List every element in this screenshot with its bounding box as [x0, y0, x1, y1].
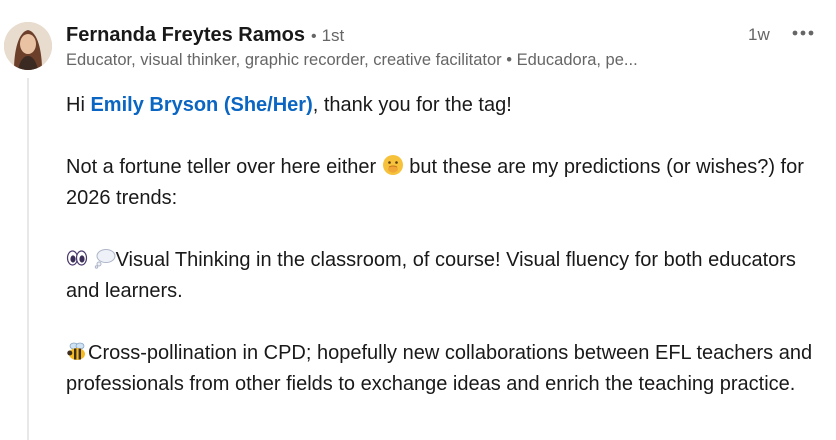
connection-degree: 1st — [321, 26, 345, 45]
face-with-hand-over-mouth-emoji — [382, 155, 403, 175]
cross-pollination-text: Cross-pollination in CPD; hopefully new … — [66, 342, 813, 395]
more-options-button[interactable] — [790, 22, 816, 44]
comment-body: Hi Emily Bryson (She/Her), thank you for… — [66, 90, 826, 431]
author-name[interactable]: Fernanda Freytes Ramos — [66, 24, 305, 47]
visual-thinking-text: Visual Thinking in the classroom, of cou… — [66, 249, 796, 302]
mention-link[interactable]: Emily Bryson (She/Her) — [90, 94, 312, 116]
profile-photo — [4, 22, 52, 70]
thought-balloon-emoji — [94, 249, 116, 269]
paragraph-visual-thinking: Visual Thinking in the classroom, of cou… — [66, 245, 826, 307]
eyes-emoji — [66, 250, 88, 266]
bee-emoji — [67, 342, 85, 360]
separator-dot: • — [310, 28, 317, 45]
greeting-text: Hi — [66, 94, 91, 116]
comment-card: Fernanda Freytes Ramos • 1st Educator, v… — [0, 0, 836, 440]
thanks-text: , thank you for the tag! — [312, 94, 512, 116]
intro-text-start: Not a fortune teller over here either — [66, 156, 382, 178]
ellipsis-horizontal-icon — [792, 30, 814, 36]
paragraph-cross-pollination: Cross-pollination in CPD; hopefully new … — [66, 338, 826, 400]
thread-line — [27, 78, 29, 440]
avatar[interactable] — [4, 22, 52, 70]
author-row: Fernanda Freytes Ramos • 1st — [66, 24, 344, 47]
paragraph-greeting: Hi Emily Bryson (She/Her), thank you for… — [66, 90, 826, 121]
comment-timestamp: 1w — [748, 25, 770, 44]
paragraph-intro: Not a fortune teller over here either bu… — [66, 152, 826, 214]
author-headline: Educator, visual thinker, graphic record… — [66, 51, 638, 69]
